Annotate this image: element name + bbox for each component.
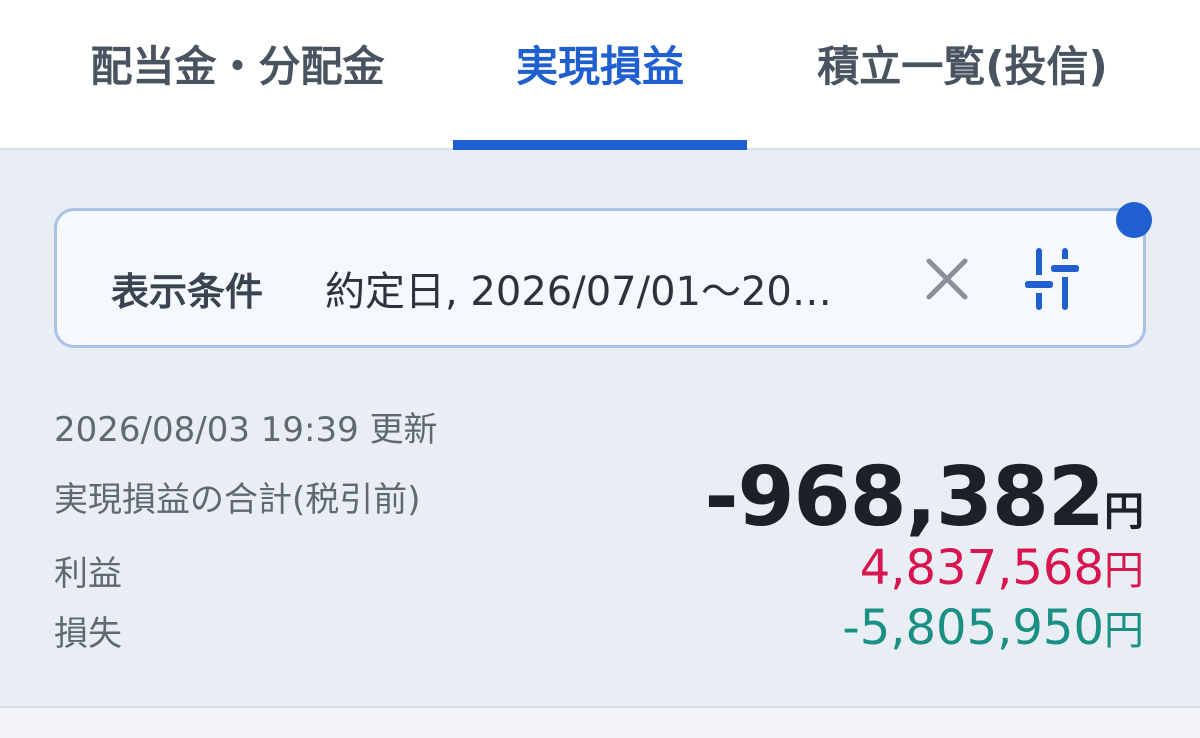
filter-active-badge bbox=[1116, 202, 1152, 238]
total-pl-value: -968,382円 bbox=[704, 450, 1144, 545]
total-pl-unit: 円 bbox=[1104, 489, 1144, 535]
total-pl-label: 実現損益の合計(税引前) bbox=[54, 480, 421, 520]
loss-amount: -5,805,950 bbox=[842, 600, 1104, 656]
loss-label: 損失 bbox=[54, 614, 122, 654]
tab-dividends[interactable]: 配当金・分配金 bbox=[40, 0, 435, 150]
tab-realized-pl[interactable]: 実現損益 bbox=[453, 0, 747, 150]
profit-amount: 4,837,568 bbox=[859, 540, 1104, 596]
sliders-icon bbox=[1025, 248, 1079, 310]
tab-dividends-label: 配当金・分配金 bbox=[90, 41, 385, 91]
active-tab-indicator bbox=[453, 140, 747, 150]
total-pl-amount: -968,382 bbox=[704, 450, 1105, 545]
profit-label: 利益 bbox=[54, 554, 122, 594]
loss-value: -5,805,950円 bbox=[842, 598, 1144, 656]
tab-realized-pl-label: 実現損益 bbox=[515, 41, 684, 91]
filter-value: 約定日, 2026/07/01〜20… bbox=[325, 269, 832, 315]
tab-accumulation-list-label: 積立一覧(投信) bbox=[817, 41, 1108, 91]
display-condition-filter[interactable]: 表示条件 約定日, 2026/07/01〜20… bbox=[54, 208, 1146, 348]
profit-unit: 円 bbox=[1104, 548, 1144, 594]
tab-bar: 配当金・分配金 実現損益 積立一覧(投信) bbox=[0, 0, 1200, 150]
close-icon bbox=[926, 258, 968, 300]
loss-unit: 円 bbox=[1104, 608, 1144, 654]
filter-label: 表示条件 bbox=[111, 270, 264, 314]
tab-accumulation-list[interactable]: 積立一覧(投信) bbox=[765, 0, 1160, 150]
filter-settings-button[interactable] bbox=[1017, 243, 1087, 315]
last-updated-timestamp: 2026/08/03 19:39 更新 bbox=[54, 410, 438, 450]
clear-filter-button[interactable] bbox=[919, 249, 975, 309]
section-divider bbox=[0, 706, 1200, 738]
profit-value: 4,837,568円 bbox=[860, 538, 1144, 596]
